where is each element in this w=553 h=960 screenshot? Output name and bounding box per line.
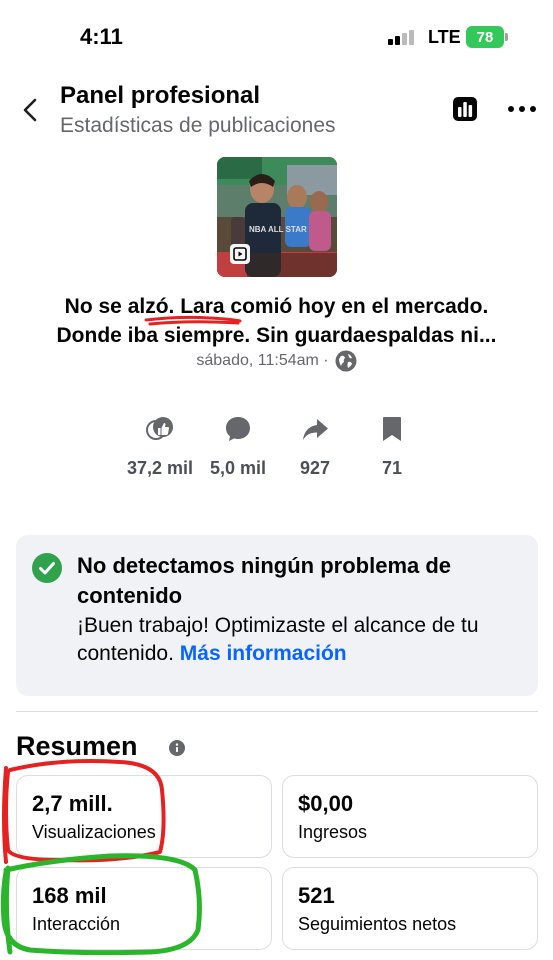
comment-icon: [226, 417, 250, 441]
share-icon: [303, 419, 328, 440]
earnings-value: $0,00: [298, 791, 354, 816]
page-title: Panel profesional: [60, 82, 261, 109]
reactions-icon: [146, 417, 173, 440]
caption-line-1: No se alzó. Lara comió hoy en el mercado…: [64, 295, 489, 318]
post-meta: sábado, 11:54am ·: [0, 350, 553, 372]
earnings-card[interactable]: $0,00 Ingresos: [282, 775, 538, 858]
stat-shares[interactable]: 927: [275, 414, 355, 479]
stat-comments[interactable]: 5,0 mil: [198, 414, 278, 479]
more-icon: [508, 106, 536, 112]
stat-reactions[interactable]: 37,2 mil: [120, 414, 200, 479]
content-status-notice: No detectamos ningún problema de conteni…: [16, 535, 538, 696]
more-options-button[interactable]: [506, 96, 538, 122]
learn-more-link[interactable]: Más información: [180, 642, 347, 665]
engagement-card[interactable]: 168 mil Interacción: [16, 867, 272, 950]
views-value: 2,7 mill.: [32, 791, 113, 816]
header: Panel profesional Estadísticas de public…: [0, 80, 553, 140]
post-caption: No se alzó. Lara comió hoy en el mercado…: [20, 292, 533, 350]
engagement-value: 168 mil: [32, 883, 107, 908]
battery-tip: [505, 33, 508, 41]
reactions-count: 37,2 mil: [126, 458, 194, 478]
back-button[interactable]: [18, 94, 46, 126]
saves-count: 71: [381, 458, 403, 478]
signal-icon: [388, 30, 414, 45]
engagement-label: Interacción: [32, 914, 121, 934]
bookmark-icon: [383, 417, 401, 441]
post-timestamp: sábado, 11:54am ·: [196, 352, 329, 369]
notice-title: No detectamos ningún problema de conteni…: [77, 553, 452, 608]
battery-icon: 78: [466, 26, 504, 48]
status-bar: 4:11 LTE 78: [0, 0, 553, 70]
earnings-label: Ingresos: [298, 822, 368, 842]
network-label: LTE: [428, 27, 461, 47]
net-follows-label: Seguimientos netos: [298, 914, 457, 934]
net-follows-card[interactable]: 521 Seguimientos netos: [282, 867, 538, 950]
stat-saves[interactable]: 71: [352, 414, 432, 479]
globe-icon: [335, 350, 357, 372]
shares-count: 927: [299, 458, 331, 478]
summary-title: Resumen: [16, 731, 138, 761]
views-label: Visualizaciones: [32, 822, 156, 842]
info-icon[interactable]: [169, 740, 185, 756]
reel-icon: [233, 247, 247, 261]
thumbnail-text: NBA ALL STAR: [249, 225, 307, 234]
net-follows-value: 521: [298, 883, 335, 908]
views-card[interactable]: 2,7 mill. Visualizaciones: [16, 775, 272, 858]
check-circle-icon: [32, 553, 62, 583]
insights-button[interactable]: [452, 96, 478, 122]
status-time: 4:11: [80, 24, 123, 49]
comments-count: 5,0 mil: [209, 458, 267, 478]
reel-badge: [230, 244, 250, 264]
page-subtitle: Estadísticas de publicaciones: [60, 114, 336, 137]
divider: [16, 711, 538, 712]
chevron-left-icon: [23, 98, 37, 122]
bar-chart-icon: [453, 97, 477, 121]
notice-body: ¡Buen trabajo! Optimizaste el alcance de…: [77, 612, 527, 668]
caption-line-2: Donde iba siempre. Sin guardaespaldas ni…: [56, 324, 497, 347]
